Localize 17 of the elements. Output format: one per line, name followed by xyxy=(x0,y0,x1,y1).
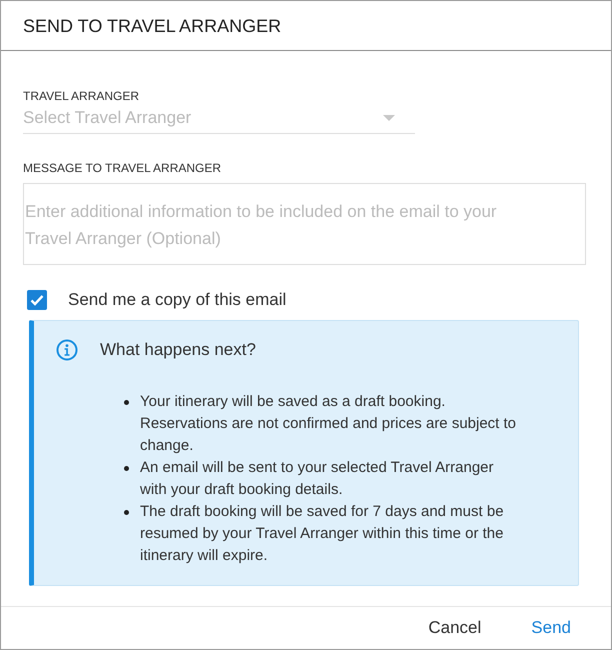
field-label: MESSAGE TO TRAVEL ARRANGER xyxy=(23,161,222,175)
bullet-icon xyxy=(124,510,129,515)
dialog-title: SEND TO TRAVEL ARRANGER xyxy=(23,16,282,37)
send-button[interactable]: Send xyxy=(511,614,589,642)
cancel-button[interactable]: Cancel xyxy=(408,614,502,642)
info-icon xyxy=(56,339,78,361)
checkbox-label: Send me a copy of this email xyxy=(68,290,286,310)
info-text: An email will be sent to your selected Travel Arranger with your draft booking details. xyxy=(140,458,495,500)
bullet-icon xyxy=(124,466,129,471)
field-label: TRAVEL ARRANGER xyxy=(23,89,140,103)
info-text: The draft booking will be saved for 7 days and must be resumed by your Travel Arranger within this time or the itinerary will expire. xyxy=(140,502,505,566)
info-text: Your itinerary will be saved as a draft booking. Reservations are not confirmed and prices are subject to change. xyxy=(140,392,518,456)
caret-icon xyxy=(383,115,395,121)
bullet-icon xyxy=(124,400,129,405)
message-field[interactable]: Enter additional information to be included on the email to your Travel Arranger (Optional) xyxy=(23,183,586,265)
info-title: What happens next? xyxy=(100,340,256,360)
checkbox[interactable] xyxy=(27,290,47,310)
